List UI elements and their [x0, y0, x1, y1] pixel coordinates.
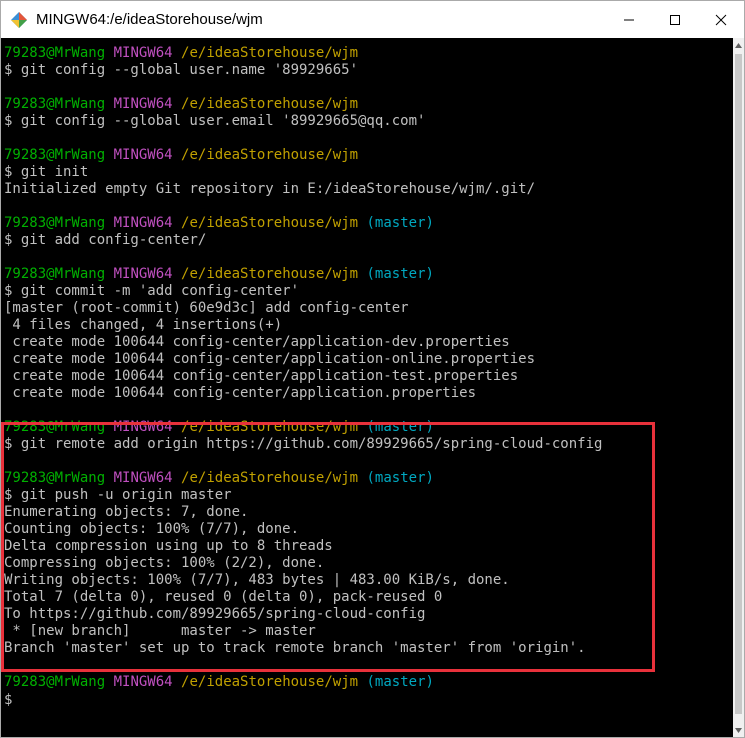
prompt-path: /e/ideaStorehouse/wjm	[181, 470, 359, 486]
close-icon	[715, 14, 727, 25]
terminal-output[interactable]: 79283@MrWang MINGW64 /e/ideaStorehouse/w…	[4, 45, 732, 737]
scroll-down-button[interactable]	[733, 723, 744, 737]
output-line: * [new branch] master -> master	[4, 623, 316, 639]
output-line: [master (root-commit) 60e9d3c] add confi…	[4, 300, 409, 316]
output-line: $ git add config-center/	[4, 232, 207, 248]
prompt-path: /e/ideaStorehouse/wjm	[181, 147, 359, 163]
prompt-path: /e/ideaStorehouse/wjm	[181, 45, 359, 61]
output-line: create mode 100644 config-center/applica…	[4, 351, 536, 367]
output-line: $ git remote add origin https://github.c…	[4, 436, 603, 452]
prompt-branch: (master)	[366, 470, 434, 486]
output-line: create mode 100644 config-center/applica…	[4, 368, 519, 384]
prompt-branch: (master)	[366, 266, 434, 282]
window-controls	[606, 1, 744, 38]
window-title: MINGW64:/e/ideaStorehouse/wjm	[36, 11, 263, 28]
output-line: $ git config --global user.name '8992966…	[4, 62, 359, 78]
maximize-button[interactable]	[652, 1, 698, 38]
output-line: $ git config --global user.email '899296…	[4, 113, 426, 129]
prompt-path: /e/ideaStorehouse/wjm	[181, 96, 359, 112]
prompt-env: MINGW64	[113, 419, 173, 435]
prompt-path: /e/ideaStorehouse/wjm	[181, 674, 359, 690]
text-cursor[interactable]	[12, 691, 20, 706]
prompt-env: MINGW64	[113, 215, 173, 231]
prompt-line: 79283@MrWang MINGW64 /e/ideaStorehouse/w…	[4, 470, 732, 487]
prompt-user: 79283@MrWang	[4, 45, 106, 61]
prompt-branch: (master)	[366, 674, 434, 690]
prompt-env: MINGW64	[113, 470, 173, 486]
output-line: $ git commit -m 'add config-center'	[4, 283, 300, 299]
prompt-user: 79283@MrWang	[4, 215, 106, 231]
prompt-line: 79283@MrWang MINGW64 /e/ideaStorehouse/w…	[4, 215, 732, 232]
prompt-path: /e/ideaStorehouse/wjm	[181, 419, 359, 435]
maximize-icon	[670, 14, 680, 25]
prompt-env: MINGW64	[113, 266, 173, 282]
prompt-line: 79283@MrWang MINGW64 /e/ideaStorehouse/w…	[4, 45, 732, 62]
output-line: To https://github.com/89929665/spring-cl…	[4, 606, 426, 622]
output-line: Delta compression using up to 8 threads	[4, 538, 333, 554]
minimize-icon	[624, 19, 634, 20]
triangle-up-icon	[735, 42, 742, 48]
prompt-user: 79283@MrWang	[4, 96, 106, 112]
input-line: $	[4, 691, 732, 708]
prompt-env: MINGW64	[113, 45, 173, 61]
prompt-user: 79283@MrWang	[4, 674, 106, 690]
git-bash-icon	[11, 11, 27, 28]
prompt-user: 79283@MrWang	[4, 266, 106, 282]
vertical-scrollbar[interactable]	[733, 38, 744, 737]
prompt-path: /e/ideaStorehouse/wjm	[181, 266, 359, 282]
output-line: $ git push -u origin master	[4, 487, 232, 503]
close-button[interactable]	[698, 1, 744, 38]
prompt-line: 79283@MrWang MINGW64 /e/ideaStorehouse/w…	[4, 147, 732, 164]
triangle-down-icon	[735, 727, 742, 733]
prompt-env: MINGW64	[113, 674, 173, 690]
minimize-button[interactable]	[606, 1, 652, 38]
terminal-window: MINGW64:/e/ideaStorehouse/wjm 79283@MrWa…	[0, 0, 745, 738]
prompt-line: 79283@MrWang MINGW64 /e/ideaStorehouse/w…	[4, 266, 732, 283]
output-line: $ git init	[4, 164, 89, 180]
prompt-branch: (master)	[366, 419, 434, 435]
prompt-path: /e/ideaStorehouse/wjm	[181, 215, 359, 231]
output-line: Enumerating objects: 7, done.	[4, 504, 249, 520]
scroll-up-button[interactable]	[733, 38, 744, 52]
prompt-line: 79283@MrWang MINGW64 /e/ideaStorehouse/w…	[4, 674, 732, 691]
scroll-thumb[interactable]	[735, 54, 742, 714]
output-line: Compressing objects: 100% (2/2), done.	[4, 555, 325, 571]
output-line: 4 files changed, 4 insertions(+)	[4, 317, 283, 333]
prompt-env: MINGW64	[113, 96, 173, 112]
prompt-user: 79283@MrWang	[4, 147, 106, 163]
prompt-line: 79283@MrWang MINGW64 /e/ideaStorehouse/w…	[4, 419, 732, 436]
output-line: Initialized empty Git repository in E:/i…	[4, 181, 536, 197]
title-bar[interactable]: MINGW64:/e/ideaStorehouse/wjm	[1, 1, 744, 38]
output-line: Total 7 (delta 0), reused 0 (delta 0), p…	[4, 589, 443, 605]
output-line: Counting objects: 100% (7/7), done.	[4, 521, 300, 537]
output-line: create mode 100644 config-center/applica…	[4, 334, 510, 350]
prompt-user: 79283@MrWang	[4, 419, 106, 435]
prompt-env: MINGW64	[113, 147, 173, 163]
output-line: Branch 'master' set up to track remote b…	[4, 640, 586, 656]
prompt-branch: (master)	[366, 215, 434, 231]
prompt-user: 79283@MrWang	[4, 470, 106, 486]
output-line: Writing objects: 100% (7/7), 483 bytes |…	[4, 572, 510, 588]
output-line: create mode 100644 config-center/applica…	[4, 385, 477, 401]
prompt-symbol: $	[4, 692, 13, 708]
prompt-line: 79283@MrWang MINGW64 /e/ideaStorehouse/w…	[4, 96, 732, 113]
